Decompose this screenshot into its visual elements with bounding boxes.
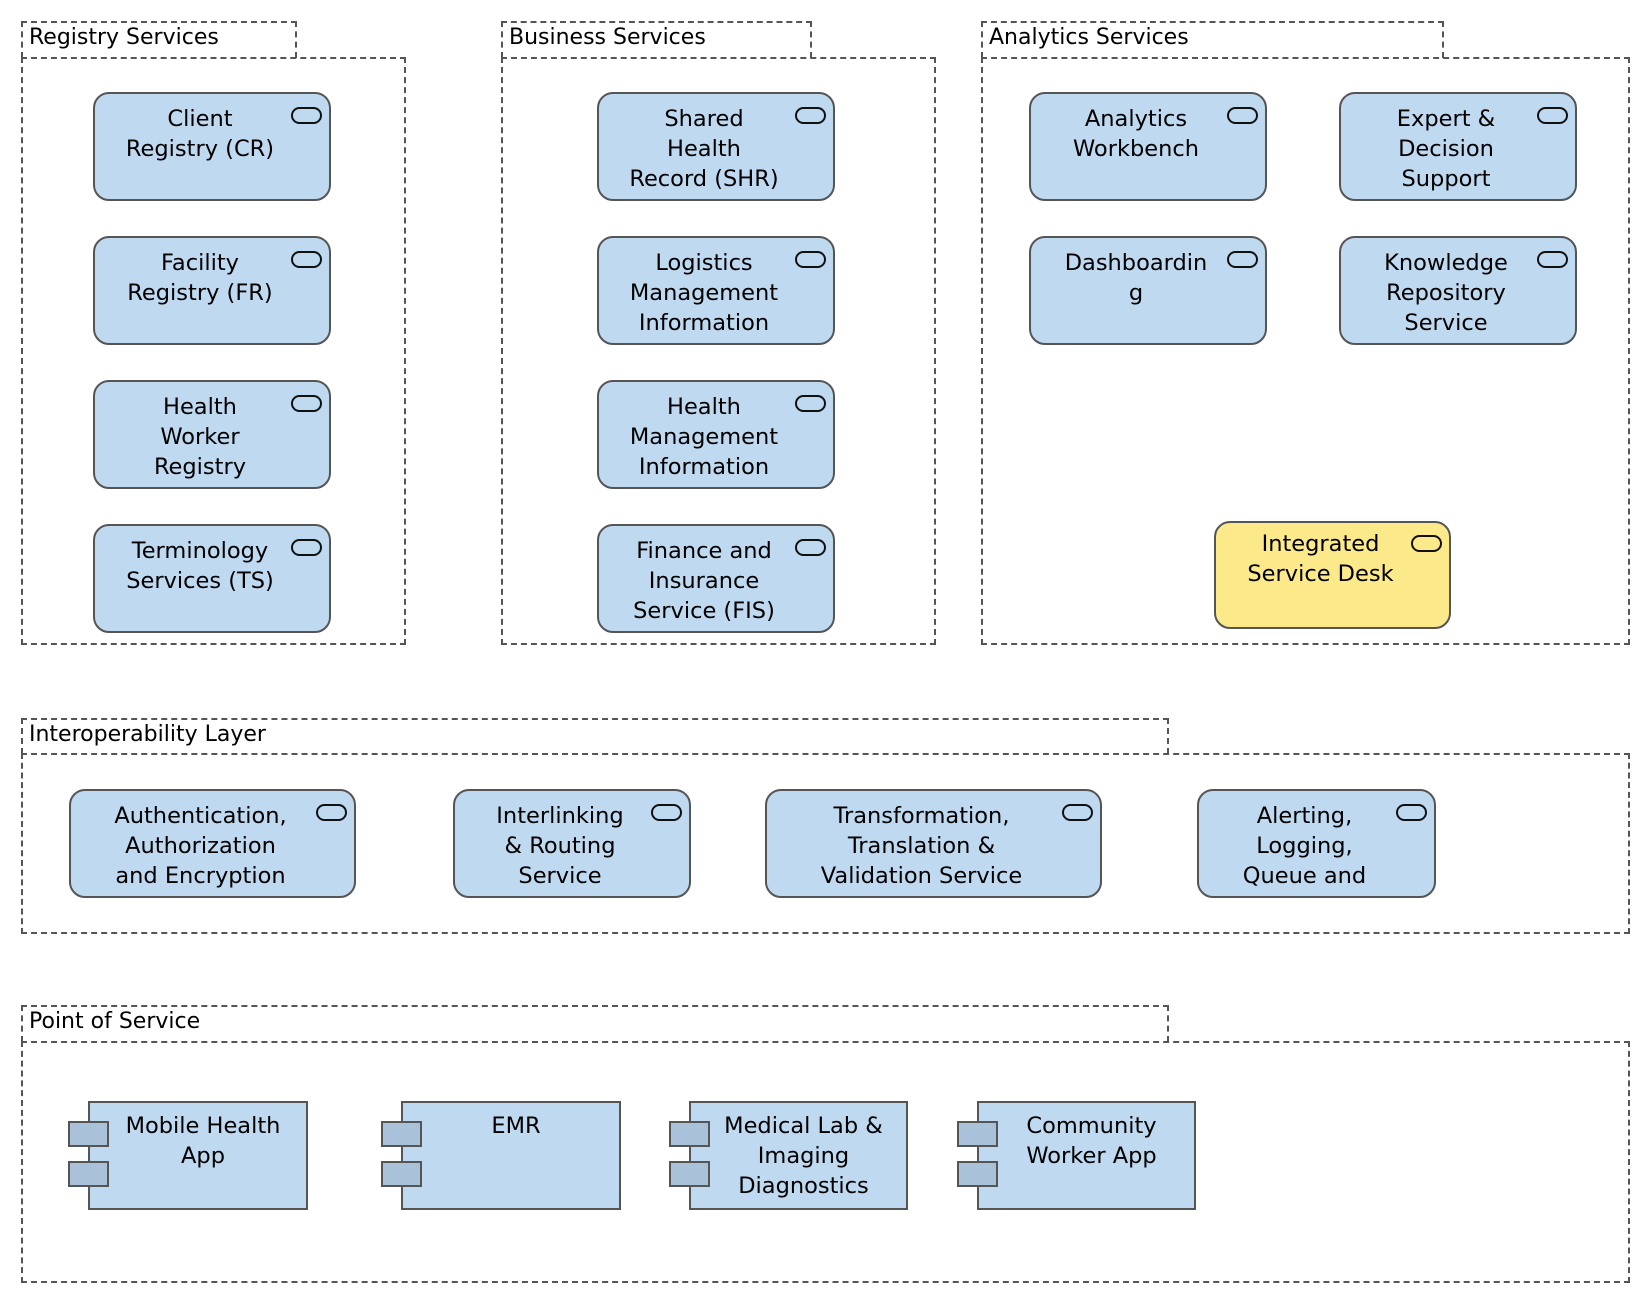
service-label: Health Worker Registry	[153, 394, 247, 480]
service-health-management[interactable]: Health Management Information	[597, 380, 835, 489]
service-label: Knowledge Repository Service	[1384, 250, 1508, 336]
registry-services-title: Registry Services	[29, 25, 219, 50]
component-port-icon	[381, 1121, 422, 1147]
component-label: Community Worker App	[1026, 1113, 1157, 1169]
component-label: Mobile Health App	[125, 1113, 281, 1169]
point-of-service-group-tab: Point of Service	[21, 1005, 1169, 1042]
component-emr[interactable]: EMR	[401, 1101, 621, 1210]
service-dashboarding[interactable]: Dashboardin g	[1029, 236, 1267, 345]
analytics-services-title: Analytics Services	[989, 25, 1189, 50]
service-logistics-management[interactable]: Logistics Management Information	[597, 236, 835, 345]
component-mobile-health-app[interactable]: Mobile Health App	[88, 1101, 308, 1210]
business-service-icon	[651, 804, 682, 821]
business-service-icon	[291, 395, 322, 412]
business-services-title: Business Services	[509, 25, 706, 50]
service-expert-decision-support[interactable]: Expert & Decision Support	[1339, 92, 1577, 201]
service-client-registry[interactable]: Client Registry (CR)	[93, 92, 331, 201]
service-label: Integrated Service Desk	[1247, 531, 1394, 587]
service-label: Shared Health Record (SHR)	[629, 106, 779, 192]
business-service-icon	[795, 395, 826, 412]
component-label: EMR	[491, 1113, 541, 1139]
service-label: Facility Registry (FR)	[127, 250, 273, 306]
service-label: Analytics Workbench	[1073, 106, 1199, 162]
component-port-icon	[669, 1121, 710, 1147]
service-transformation-translation[interactable]: Transformation, Translation & Validation…	[765, 789, 1102, 898]
service-alerting-logging[interactable]: Alerting, Logging, Queue and	[1197, 789, 1436, 898]
component-port-icon	[957, 1121, 998, 1147]
interoperability-layer-group-tab: Interoperability Layer	[21, 718, 1169, 754]
service-label: Finance and Insurance Service (FIS)	[633, 538, 775, 624]
service-terminology-services[interactable]: Terminology Services (TS)	[93, 524, 331, 633]
service-interlinking-routing[interactable]: Interlinking & Routing Service	[453, 789, 691, 898]
component-community-worker-app[interactable]: Community Worker App	[977, 1101, 1196, 1210]
service-knowledge-repository[interactable]: Knowledge Repository Service	[1339, 236, 1577, 345]
service-label: Alerting, Logging, Queue and	[1242, 803, 1367, 889]
interoperability-layer-title: Interoperability Layer	[29, 722, 266, 747]
service-label: Transformation, Translation & Validation…	[820, 803, 1023, 889]
service-facility-registry[interactable]: Facility Registry (FR)	[93, 236, 331, 345]
service-shared-health-record[interactable]: Shared Health Record (SHR)	[597, 92, 835, 201]
service-integrated-service-desk[interactable]: Integrated Service Desk	[1214, 521, 1451, 629]
service-label: Client Registry (CR)	[125, 106, 275, 162]
service-authentication-authorization[interactable]: Authentication, Authorization and Encryp…	[69, 789, 356, 898]
service-label: Dashboardin g	[1064, 250, 1208, 306]
service-finance-insurance[interactable]: Finance and Insurance Service (FIS)	[597, 524, 835, 633]
component-port-icon	[381, 1161, 422, 1187]
analytics-services-group-tab: Analytics Services	[981, 21, 1444, 58]
service-health-worker-registry[interactable]: Health Worker Registry	[93, 380, 331, 489]
business-service-icon	[291, 251, 322, 268]
service-analytics-workbench[interactable]: Analytics Workbench	[1029, 92, 1267, 201]
service-label: Health Management Information	[629, 394, 779, 480]
component-port-icon	[669, 1161, 710, 1187]
business-service-icon	[1062, 804, 1093, 821]
business-services-group-tab: Business Services	[501, 21, 812, 58]
business-service-icon	[316, 804, 347, 821]
registry-services-group-tab: Registry Services	[21, 21, 297, 58]
business-service-icon	[1396, 804, 1427, 821]
business-service-icon	[291, 539, 322, 556]
business-service-icon	[1537, 251, 1568, 268]
service-label: Logistics Management Information	[629, 250, 779, 336]
component-port-icon	[68, 1161, 109, 1187]
point-of-service-title: Point of Service	[29, 1009, 201, 1034]
component-medical-lab-imaging[interactable]: Medical Lab & Imaging Diagnostics	[689, 1101, 908, 1210]
service-label: Interlinking & Routing Service	[496, 803, 624, 889]
business-service-icon	[795, 539, 826, 556]
business-service-icon	[1227, 107, 1258, 124]
component-port-icon	[68, 1121, 109, 1147]
business-service-icon	[291, 107, 322, 124]
service-label: Expert & Decision Support	[1396, 106, 1496, 192]
business-service-icon	[1411, 535, 1442, 552]
service-label: Authentication, Authorization and Encryp…	[114, 803, 287, 889]
component-label: Medical Lab & Imaging Diagnostics	[724, 1113, 883, 1199]
service-label: Terminology Services (TS)	[126, 538, 274, 594]
component-port-icon	[957, 1161, 998, 1187]
business-service-icon	[1227, 251, 1258, 268]
business-service-icon	[1537, 107, 1568, 124]
business-service-icon	[795, 107, 826, 124]
business-service-icon	[795, 251, 826, 268]
